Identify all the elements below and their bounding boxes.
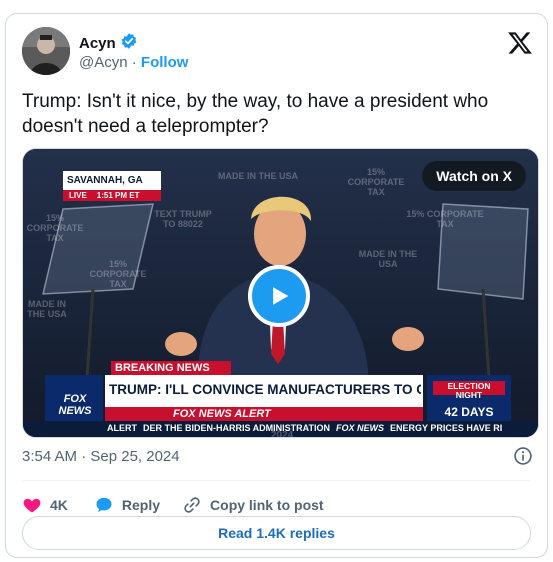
election-night-label: ELECTION NIGHT xyxy=(447,381,491,400)
ticker-alert-label: ALERT xyxy=(107,423,137,433)
ticker-text-2: ENERGY PRICES HAVE RI xyxy=(390,423,503,433)
author-name-row[interactable]: Acyn xyxy=(79,32,138,54)
fox-news-alert-banner: FOX NEWS ALERT xyxy=(173,408,271,420)
like-button[interactable]: 4K xyxy=(22,495,68,515)
heart-icon xyxy=(23,498,41,513)
bg-text: 15% CORPORATE TAX xyxy=(26,213,84,243)
bg-text: MADE IN THE USA xyxy=(27,299,67,319)
watch-on-x-button[interactable]: Watch on X xyxy=(422,161,526,191)
info-icon[interactable] xyxy=(513,446,533,466)
reply-label: Reply xyxy=(121,497,161,513)
author-name[interactable]: Acyn xyxy=(79,35,116,52)
ticker-brand: FOX NEWS xyxy=(336,423,385,433)
reply-bubble-icon xyxy=(96,497,112,513)
follow-button[interactable]: Follow xyxy=(141,54,189,71)
like-count: 4K xyxy=(50,497,68,513)
live-label: LIVE xyxy=(69,191,87,200)
election-days-count: 42 DAYS xyxy=(444,405,494,419)
copy-link-label: Copy link to post xyxy=(210,497,324,513)
avatar[interactable] xyxy=(22,27,70,75)
tweet-timestamp[interactable]: 3:54 AM · Sep 25, 2024 xyxy=(22,448,180,465)
location-label: SAVANNAH, GA xyxy=(67,175,143,186)
play-button[interactable] xyxy=(248,265,310,327)
bg-text: MADE IN THE USA xyxy=(358,249,418,269)
play-icon xyxy=(273,287,289,305)
bg-text: 15% CORPORATE TAX xyxy=(347,167,405,197)
dot-separator: · xyxy=(131,54,137,71)
bg-text: 15% CORPORATE TAX xyxy=(406,209,484,229)
read-replies-button[interactable]: Read 1.4K replies xyxy=(22,516,531,550)
divider xyxy=(22,480,531,481)
video-player[interactable]: MADE IN THE USA 15% CORPORATE TAX TEXT T… xyxy=(22,148,539,438)
headline: TRUMP: I'LL CONVINCE MANUFACTURERS TO CO… xyxy=(109,382,421,397)
ticker-text: DER THE BIDEN-HARRIS ADMINISTRATION xyxy=(143,423,330,433)
handle-row: @Acyn · Follow xyxy=(79,54,188,71)
bg-text: 15% CORPORATE TAX xyxy=(89,259,147,289)
live-bug: LIVE 1:51 PM ET xyxy=(69,191,139,200)
tweet-text: Trump: Isn't it nice, by the way, to hav… xyxy=(22,91,489,137)
reply-button[interactable]: Reply xyxy=(94,495,160,515)
tweet-card: Acyn @Acyn · Follow Trump: Isn't it nice… xyxy=(5,13,548,558)
network-logo: FOX NEWS xyxy=(58,393,92,417)
verified-badge-icon xyxy=(120,32,138,54)
x-logo-icon[interactable] xyxy=(507,30,533,56)
news-ticker: ALERT DER THE BIDEN-HARRIS ADMINISTRATIO… xyxy=(107,423,502,433)
author-handle[interactable]: @Acyn xyxy=(79,54,128,71)
live-time: 1:51 PM ET xyxy=(96,191,140,200)
copy-link-button[interactable]: Copy link to post xyxy=(182,495,324,515)
bg-text: TEXT TRUMP TO 88022 xyxy=(154,209,212,229)
link-icon xyxy=(184,497,200,513)
bg-text: MADE IN THE USA xyxy=(218,171,299,181)
breaking-news-label: BREAKING NEWS xyxy=(115,362,210,374)
